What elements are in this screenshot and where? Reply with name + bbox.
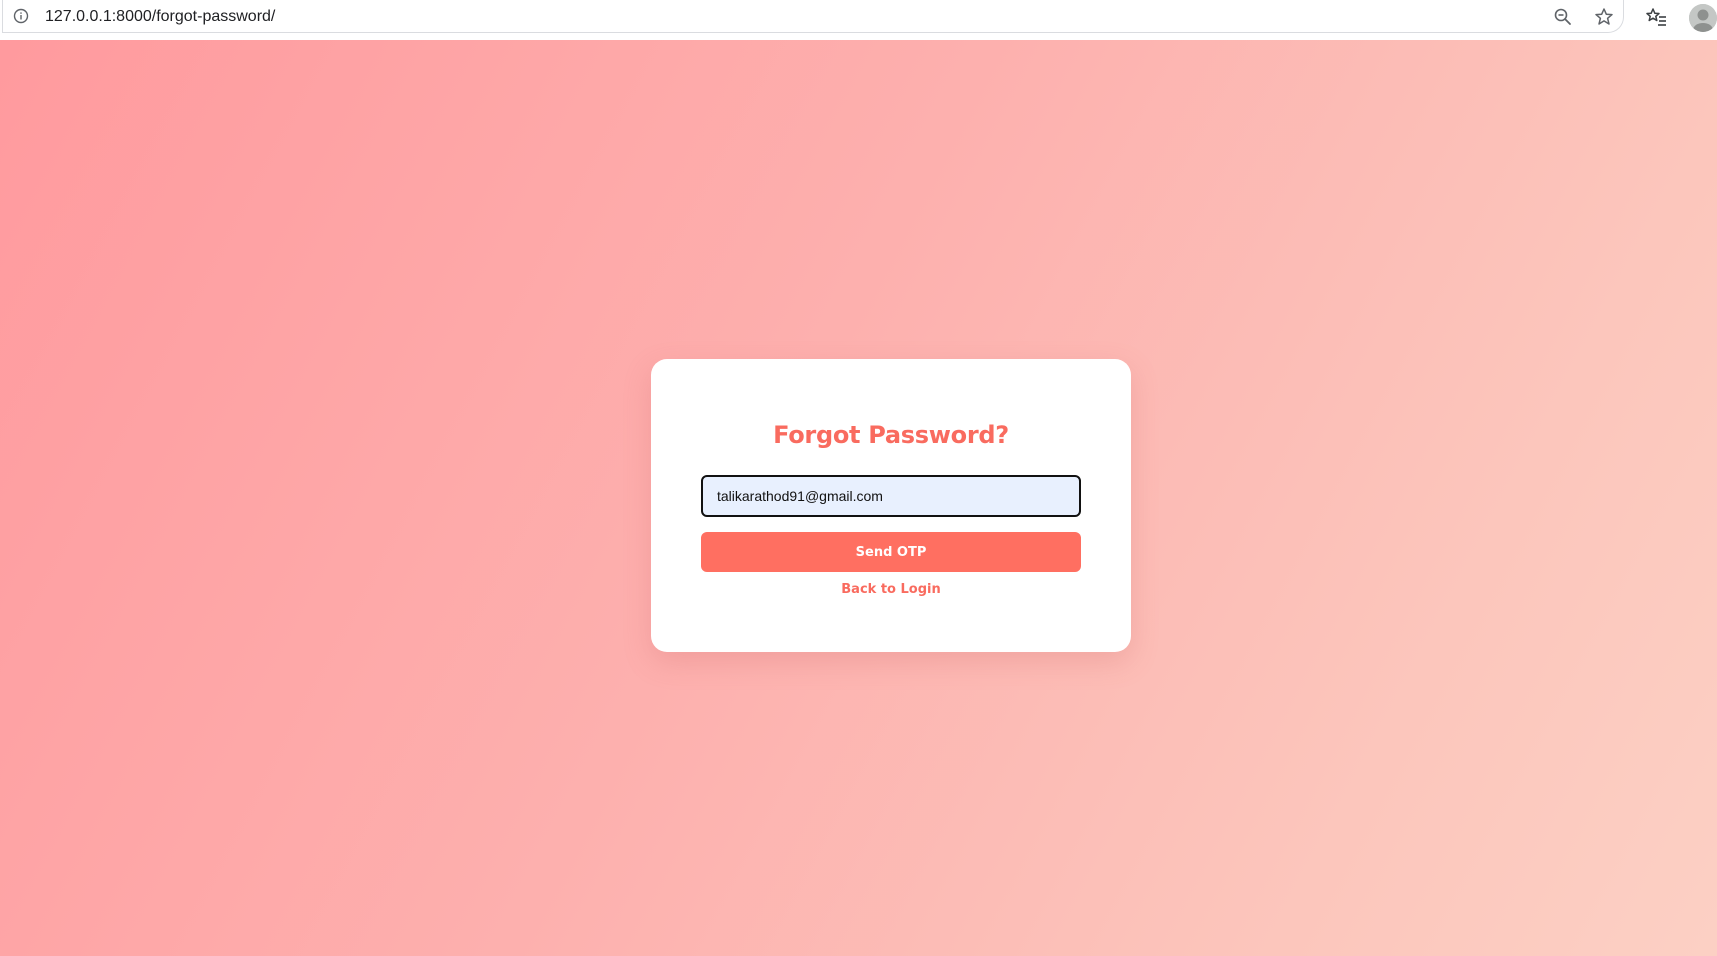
address-bar[interactable]: 127.0.0.1:8000/forgot-password/	[2, 0, 1624, 33]
send-otp-button[interactable]: Send OTP	[701, 532, 1081, 572]
info-icon[interactable]	[13, 8, 29, 24]
zoom-out-icon[interactable]	[1553, 7, 1573, 27]
email-field[interactable]	[701, 475, 1081, 517]
page-background: Forgot Password? Send OTP Back to Login	[0, 40, 1717, 956]
forgot-password-card: Forgot Password? Send OTP Back to Login	[651, 359, 1131, 652]
back-to-login-link[interactable]: Back to Login	[651, 582, 1131, 597]
browser-toolbar: 127.0.0.1:8000/forgot-password/	[0, 0, 1717, 40]
page-title: Forgot Password?	[773, 421, 1009, 449]
reading-list-icon[interactable]	[1645, 7, 1667, 27]
url-text[interactable]: 127.0.0.1:8000/forgot-password/	[45, 7, 275, 27]
star-icon[interactable]	[1594, 7, 1614, 27]
profile-avatar[interactable]	[1689, 4, 1717, 32]
